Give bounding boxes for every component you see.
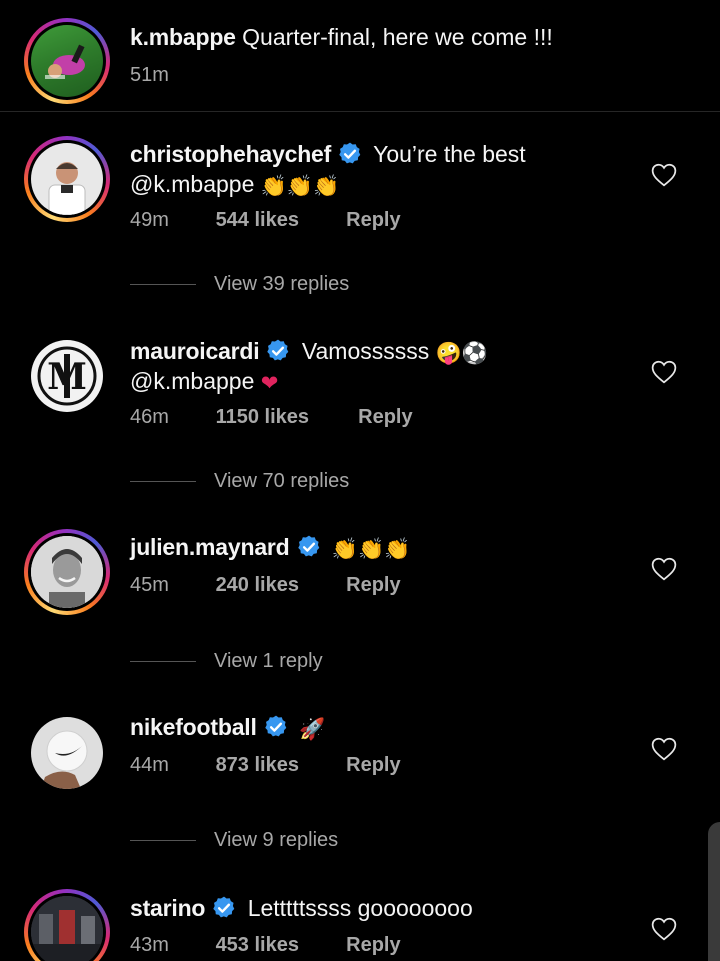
avatar-christophehaychef[interactable] xyxy=(24,136,110,222)
comment-username[interactable]: julien.maynard xyxy=(130,534,290,560)
scrollbar-handle[interactable] xyxy=(708,822,720,961)
verified-badge-icon xyxy=(297,535,319,557)
view-replies-button[interactable]: View 39 replies xyxy=(130,271,349,297)
reply-button[interactable]: Reply xyxy=(346,572,400,598)
caption-text: Quarter-final, here we come !!! xyxy=(242,24,553,50)
reply-button[interactable]: Reply xyxy=(346,207,400,233)
reply-button[interactable]: Reply xyxy=(346,932,400,958)
likes-count[interactable]: 544 likes xyxy=(216,207,341,233)
comment-time: 46m xyxy=(130,406,169,428)
comment-username[interactable]: starino xyxy=(130,895,205,921)
comment-text: Vamossssss xyxy=(301,338,430,364)
view-replies-label: View 70 replies xyxy=(214,469,350,492)
rocket-icon: 🚀 xyxy=(299,718,326,741)
caption-username[interactable]: k.mbappe xyxy=(130,24,236,50)
verified-badge-icon xyxy=(213,896,235,918)
post-caption: k.mbappe Quarter-final, here we come !!!… xyxy=(0,0,720,112)
view-replies-label: View 39 replies xyxy=(214,272,350,295)
comment-username[interactable]: nikefootball xyxy=(130,714,257,740)
comment-username[interactable]: mauroicardi xyxy=(130,338,260,364)
comment-time: 43m xyxy=(130,934,169,956)
likes-count[interactable]: 873 likes xyxy=(216,752,341,778)
verified-badge-icon xyxy=(339,142,361,164)
view-replies-label: View 9 replies xyxy=(214,828,339,851)
clapping-hands-icon: 👏👏👏 xyxy=(260,175,340,198)
red-heart-icon: ❤ xyxy=(260,372,279,395)
heart-icon[interactable] xyxy=(651,360,677,384)
caption-time: 51m xyxy=(130,64,169,86)
verified-badge-icon xyxy=(267,339,289,361)
comment-time: 45m xyxy=(130,574,169,596)
avatar-julien-maynard[interactable] xyxy=(24,529,110,615)
reply-button[interactable]: Reply xyxy=(358,404,412,430)
heart-icon[interactable] xyxy=(651,557,677,581)
zany-face-soccer-ball-icon: 🤪⚽ xyxy=(435,342,488,365)
likes-count[interactable]: 240 likes xyxy=(216,572,341,598)
mention-link[interactable]: @k.mbappe xyxy=(130,368,254,394)
heart-icon[interactable] xyxy=(651,917,677,941)
heart-icon[interactable] xyxy=(651,737,677,761)
avatar-kmbappe[interactable] xyxy=(24,18,110,104)
likes-count[interactable]: 1150 likes xyxy=(216,404,353,430)
view-replies-label: View 1 reply xyxy=(214,649,323,672)
comment-time: 44m xyxy=(130,754,169,776)
mention-link[interactable]: @k.mbappe xyxy=(130,171,254,197)
comment-text: You’re the best xyxy=(373,141,526,167)
comment-text: Letttttssss goooooooo xyxy=(247,895,473,921)
replies-divider xyxy=(130,283,196,285)
reply-button[interactable]: Reply xyxy=(346,752,400,778)
comment-username[interactable]: christophehaychef xyxy=(130,141,331,167)
replies-divider xyxy=(130,480,196,482)
replies-divider xyxy=(130,839,196,841)
clapping-hands-icon: 👏👏👏 xyxy=(331,538,411,561)
replies-divider xyxy=(130,660,196,662)
view-replies-button[interactable]: View 1 reply xyxy=(130,648,323,674)
likes-count[interactable]: 453 likes xyxy=(216,932,341,958)
view-replies-button[interactable]: View 70 replies xyxy=(130,468,349,494)
verified-badge-icon xyxy=(264,715,286,737)
view-replies-button[interactable]: View 9 replies xyxy=(130,827,338,853)
avatar-starino[interactable] xyxy=(24,889,110,961)
comment-time: 49m xyxy=(130,209,169,231)
avatar-mauroicardi[interactable]: M xyxy=(24,333,110,419)
heart-icon[interactable] xyxy=(651,163,677,187)
avatar-nikefootball[interactable] xyxy=(24,710,110,796)
